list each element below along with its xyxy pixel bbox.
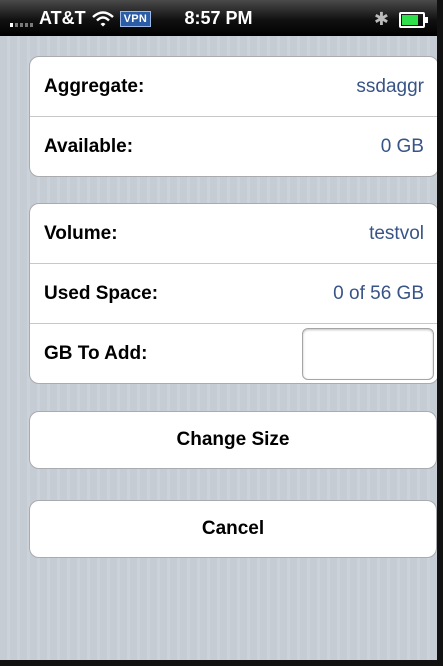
aggregate-row: Aggregate: ssdaggr xyxy=(30,57,437,117)
status-bar: AT&T VPN 8:57 PM ✱ xyxy=(0,0,437,36)
used-space-label: Used Space: xyxy=(44,282,159,304)
aggregate-group: Aggregate: ssdaggr Available: 0 GB xyxy=(29,56,437,177)
main-content: Aggregate: ssdaggr Available: 0 GB Volum… xyxy=(0,36,437,660)
volume-row: Volume: testvol xyxy=(30,204,437,264)
available-row: Available: 0 GB xyxy=(30,117,437,176)
bluetooth-icon: ✱ xyxy=(373,9,389,29)
volume-group: Volume: testvol Used Space: 0 of 56 GB G… xyxy=(29,203,437,384)
gb-to-add-input[interactable] xyxy=(302,328,434,380)
aggregate-value: ssdaggr xyxy=(356,75,424,97)
cancel-button[interactable]: Cancel xyxy=(29,500,437,558)
available-value: 0 GB xyxy=(380,135,424,157)
status-time: 8:57 PM xyxy=(184,8,253,28)
volume-value: testvol xyxy=(369,222,424,244)
used-space-row: Used Space: 0 of 56 GB xyxy=(30,264,437,324)
volume-label: Volume: xyxy=(44,222,118,244)
change-size-button[interactable]: Change Size xyxy=(29,411,437,469)
status-right: ✱ xyxy=(373,9,428,30)
used-space-value: 0 of 56 GB xyxy=(333,282,424,304)
gb-to-add-row: GB To Add: xyxy=(30,324,437,383)
aggregate-label: Aggregate: xyxy=(44,75,145,97)
gb-to-add-label: GB To Add: xyxy=(44,342,148,364)
battery-icon xyxy=(399,11,428,28)
available-label: Available: xyxy=(44,135,134,157)
device-screen: AT&T VPN 8:57 PM ✱ Aggregate: ssdaggr Av… xyxy=(0,0,443,666)
